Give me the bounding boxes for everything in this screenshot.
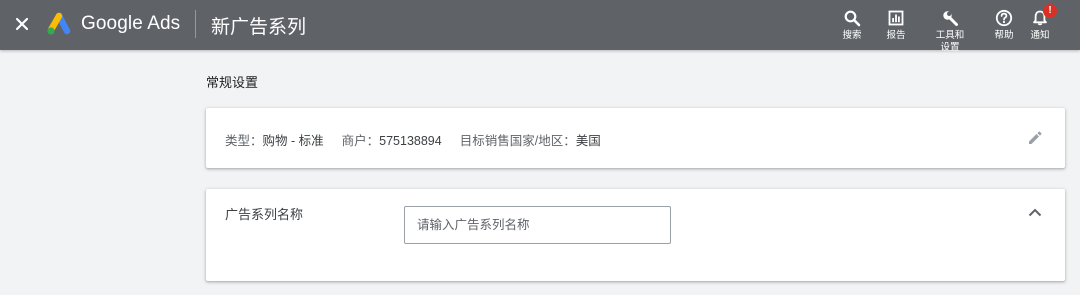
type-label: 类型： [225,134,263,148]
reports-button[interactable]: 报告 [874,8,918,42]
search-label: 搜索 [842,30,862,41]
google-ads-logo-icon [46,12,72,36]
bell-icon: ! [1018,4,1062,28]
campaign-summary: 类型：购物 - 标准 商户：575138894 目标销售国家/地区：美国 [225,130,619,149]
edit-icon[interactable] [1025,128,1045,148]
merchant-value: 575138894 [379,134,442,148]
brand-name: Google Ads [81,13,181,34]
reports-label: 报告 [886,30,906,41]
campaign-name-input[interactable] [404,206,671,244]
notifications-button[interactable]: ! 通知 [1018,4,1062,42]
country-label: 目标销售国家/地区： [459,134,576,148]
wrench-icon [928,8,972,28]
country-value: 美国 [575,134,601,148]
page-title: 新广告系列 [211,17,307,38]
section-title: 常规设置 [206,75,259,90]
campaign-name-label: 广告系列名称 [225,207,304,222]
tools-settings-button[interactable]: 工具和设置 [928,8,972,54]
tools-settings-label: 工具和设置 [935,30,965,53]
header-divider [195,10,196,38]
search-button[interactable]: 搜索 [830,8,874,42]
merchant-label: 商户： [341,134,380,148]
reports-icon [874,8,918,28]
notification-badge: ! [1043,4,1057,18]
close-icon[interactable] [10,12,34,36]
search-icon [830,8,874,28]
notifications-label: 通知 [1030,30,1050,41]
top-app-bar: Google Ads 新广告系列 搜索 报告 工具和设置 帮助 ! 通知 [0,0,1080,53]
campaign-name-card: 广告系列名称 [206,189,1065,281]
campaign-summary-card: 类型：购物 - 标准 商户：575138894 目标销售国家/地区：美国 [206,108,1065,168]
type-value: 购物 - 标准 [262,134,324,148]
chevron-up-icon[interactable] [1025,203,1045,223]
